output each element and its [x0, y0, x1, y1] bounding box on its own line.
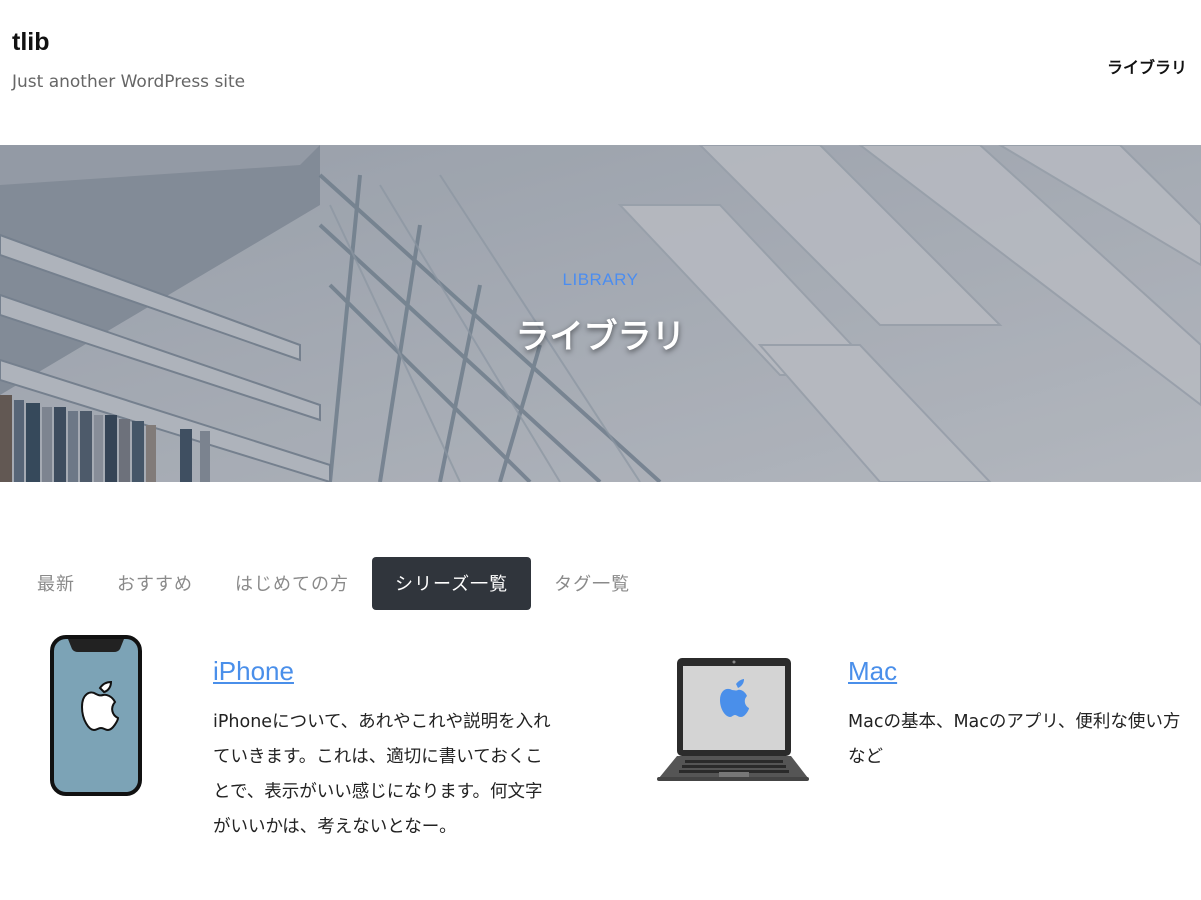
- site-tagline: Just another WordPress site: [12, 72, 246, 92]
- tab-latest[interactable]: 最新: [18, 557, 94, 610]
- series-card-iphone: iPhone iPhoneについて、あれやこれや説明を入れていきます。これは、適…: [0, 632, 600, 892]
- site-title[interactable]: tlib: [12, 28, 50, 57]
- hero-subtitle: LIBRARY: [562, 270, 639, 289]
- series-title-mac[interactable]: Mac: [848, 656, 897, 687]
- hero-banner: LIBRARY ライブラリ: [0, 145, 1201, 482]
- tab-recommended[interactable]: おすすめ: [98, 557, 212, 610]
- tab-series-list[interactable]: シリーズ一覧: [372, 556, 532, 610]
- series-description-iphone: iPhoneについて、あれやこれや説明を入れていきます。これは、適切に書いておく…: [213, 712, 551, 837]
- series-card-mac: Mac Macの基本、Macのアプリ、便利な使い方など: [635, 632, 1201, 892]
- tab-beginners[interactable]: はじめての方: [216, 557, 368, 610]
- macbook-icon[interactable]: [635, 632, 835, 802]
- nav-link-library[interactable]: ライブラリ: [1107, 54, 1187, 78]
- series-description-mac: Macの基本、Macのアプリ、便利な使い方など: [848, 712, 1181, 767]
- library-tabs: 最新 おすすめ はじめての方 シリーズ一覧 タグ一覧: [18, 556, 653, 610]
- tab-tag-list[interactable]: タグ一覧: [535, 557, 649, 610]
- site-header: tlib Just another WordPress site ライブラリ: [0, 0, 1201, 145]
- hero-title: ライブラリ: [515, 317, 686, 357]
- iphone-icon[interactable]: [0, 632, 200, 802]
- series-title-iphone[interactable]: iPhone: [213, 656, 294, 687]
